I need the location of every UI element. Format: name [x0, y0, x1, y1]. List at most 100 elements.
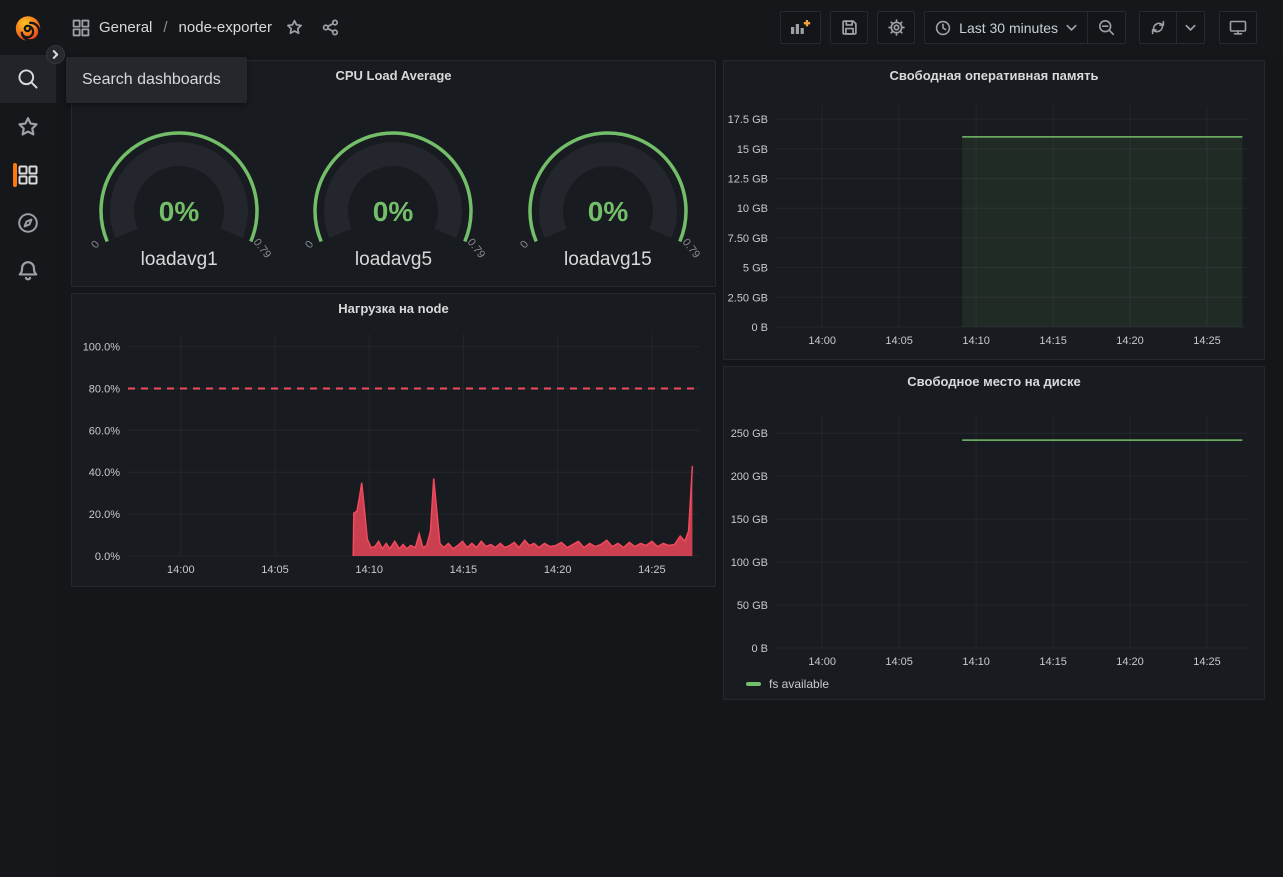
- gauge-max-label: 0.79: [679, 236, 702, 260]
- svg-text:14:20: 14:20: [1116, 335, 1144, 347]
- panel-free-disk: Свободное место на диске 0 B 50 GB 100 GB 1…: [723, 366, 1265, 700]
- time-range-label: Last 30 minutes: [959, 20, 1058, 36]
- star-dashboard-button[interactable]: [286, 19, 303, 36]
- svg-text:100.0%: 100.0%: [83, 342, 121, 354]
- svg-text:17.5 GB: 17.5 GB: [728, 114, 768, 126]
- zoom-out-time-range-button[interactable]: [1087, 12, 1125, 43]
- gauge-min-label: 0: [304, 239, 317, 251]
- legend-label[interactable]: fs available: [769, 677, 829, 691]
- svg-text:14:20: 14:20: [1116, 656, 1144, 668]
- share-dashboard-button[interactable]: [322, 19, 339, 36]
- chevron-down-icon: [1185, 24, 1196, 32]
- svg-text:14:00: 14:00: [808, 335, 836, 347]
- svg-text:40.0%: 40.0%: [89, 467, 120, 479]
- star-icon: [286, 19, 303, 36]
- dashboard-settings-button[interactable]: [877, 11, 915, 44]
- gauge-value: 0%: [373, 196, 414, 227]
- panel-node-load: Нагрузка на node 0.0% 20.0% 40.0% 60.0% 80.0…: [71, 293, 716, 587]
- share-icon: [322, 19, 339, 36]
- sidebar-item-dashboards[interactable]: [0, 151, 56, 199]
- time-range-picker[interactable]: Last 30 minutes: [925, 12, 1087, 43]
- svg-text:20.0%: 20.0%: [89, 509, 120, 521]
- gauge-min-label: 0: [518, 239, 531, 251]
- navbar: General / node-exporter: [56, 0, 1283, 55]
- sidebar-item-explore[interactable]: [0, 199, 56, 247]
- svg-text:14:00: 14:00: [808, 656, 836, 668]
- sidebar-item-starred[interactable]: [0, 103, 56, 151]
- panel-title[interactable]: Свободное место на диске: [724, 367, 1264, 395]
- grafana-logo[interactable]: [0, 0, 56, 55]
- time-controls-group: Last 30 minutes: [924, 11, 1126, 44]
- gauge-max-label: 0.79: [251, 236, 274, 260]
- svg-text:14:05: 14:05: [261, 564, 289, 576]
- search-tooltip-label: Search dashboards: [82, 71, 221, 89]
- gauge-label: loadavg1: [141, 249, 218, 271]
- gauge-value: 0%: [159, 196, 200, 227]
- svg-text:60.0%: 60.0%: [89, 425, 120, 437]
- svg-text:50 GB: 50 GB: [737, 600, 768, 612]
- svg-text:12.5 GB: 12.5 GB: [728, 174, 768, 186]
- sidebar-item-search[interactable]: [0, 55, 56, 103]
- svg-text:150 GB: 150 GB: [731, 514, 768, 526]
- refresh-dashboard-button[interactable]: [1140, 12, 1176, 43]
- gauge-min-label: 0: [89, 239, 102, 251]
- gear-icon: [888, 19, 905, 36]
- gauge-arc: 0 0.79 0%: [513, 125, 703, 265]
- panel-free-memory: Свободная оперативная память 0 B2.50 GB5…: [723, 60, 1265, 360]
- svg-text:7.50 GB: 7.50 GB: [728, 233, 768, 245]
- sidebar-item-alerting[interactable]: [0, 247, 56, 295]
- free-memory-chart[interactable]: 0 B2.50 GB5 GB7.50 GB10 GB12.5 GB15 GB17…: [724, 61, 1264, 359]
- panel-title[interactable]: Нагрузка на node: [72, 294, 715, 322]
- chevron-right-icon: [51, 50, 60, 59]
- panel-title[interactable]: Свободная оперативная память: [724, 61, 1264, 89]
- zoom-out-icon: [1098, 19, 1115, 36]
- gauge-row: 0 0.79 0% loadavg1 0 0.79 0% loadavg5 0 …: [72, 125, 715, 271]
- compass-icon: [17, 212, 39, 234]
- sidebar: [0, 0, 56, 877]
- gauge-max-label: 0.79: [465, 236, 488, 260]
- save-dashboard-button[interactable]: [830, 11, 868, 44]
- breadcrumb-separator: /: [161, 19, 169, 36]
- dashboard-toolbar: Last 30 minutes: [780, 11, 1257, 44]
- svg-text:14:10: 14:10: [962, 335, 990, 347]
- gauge: 0 0.79 0% loadavg1: [72, 125, 286, 271]
- svg-text:14:25: 14:25: [638, 564, 666, 576]
- active-indicator: [13, 163, 17, 187]
- svg-text:14:00: 14:00: [167, 564, 195, 576]
- chart-legend[interactable]: fs available: [746, 677, 829, 691]
- svg-text:2.50 GB: 2.50 GB: [728, 292, 768, 304]
- svg-text:10 GB: 10 GB: [737, 203, 768, 215]
- svg-text:14:10: 14:10: [355, 564, 383, 576]
- grafana-logo-icon: [13, 13, 43, 43]
- cycle-view-mode-button[interactable]: [1219, 11, 1257, 44]
- gauge-label: loadavg5: [355, 249, 432, 271]
- expand-sidebar-button[interactable]: [46, 45, 65, 64]
- add-panel-button[interactable]: [780, 11, 821, 44]
- svg-text:5 GB: 5 GB: [743, 263, 768, 275]
- search-tooltip: Search dashboards: [66, 57, 247, 103]
- dashboard-breadcrumb-icon[interactable]: [72, 19, 90, 37]
- node-load-chart[interactable]: 0.0% 20.0% 40.0% 60.0% 80.0% 100.0% 14:00 14:05…: [72, 294, 715, 586]
- star-icon: [17, 116, 39, 138]
- add-panel-icon: [790, 19, 811, 36]
- free-disk-chart[interactable]: 0 B50 GB100 GB150 GB200 GB250 GB14:0014:…: [724, 367, 1264, 699]
- refresh-interval-dropdown[interactable]: [1176, 12, 1204, 43]
- svg-text:15 GB: 15 GB: [737, 144, 768, 156]
- search-icon: [17, 68, 39, 90]
- svg-text:0.0%: 0.0%: [95, 551, 120, 563]
- svg-text:14:25: 14:25: [1193, 335, 1221, 347]
- svg-text:14:15: 14:15: [450, 564, 478, 576]
- svg-text:80.0%: 80.0%: [89, 384, 120, 396]
- chevron-down-icon: [1066, 24, 1077, 32]
- svg-text:14:05: 14:05: [885, 335, 913, 347]
- breadcrumb-folder[interactable]: General: [99, 19, 152, 36]
- breadcrumb-dashboard[interactable]: node-exporter: [179, 19, 272, 36]
- bell-icon: [17, 260, 39, 282]
- svg-text:14:15: 14:15: [1039, 335, 1067, 347]
- svg-text:14:25: 14:25: [1193, 656, 1221, 668]
- save-icon: [841, 19, 858, 36]
- svg-text:0 B: 0 B: [751, 643, 768, 655]
- breadcrumb: General / node-exporter: [72, 19, 339, 37]
- svg-text:100 GB: 100 GB: [731, 557, 768, 569]
- gauge-value: 0%: [588, 196, 629, 227]
